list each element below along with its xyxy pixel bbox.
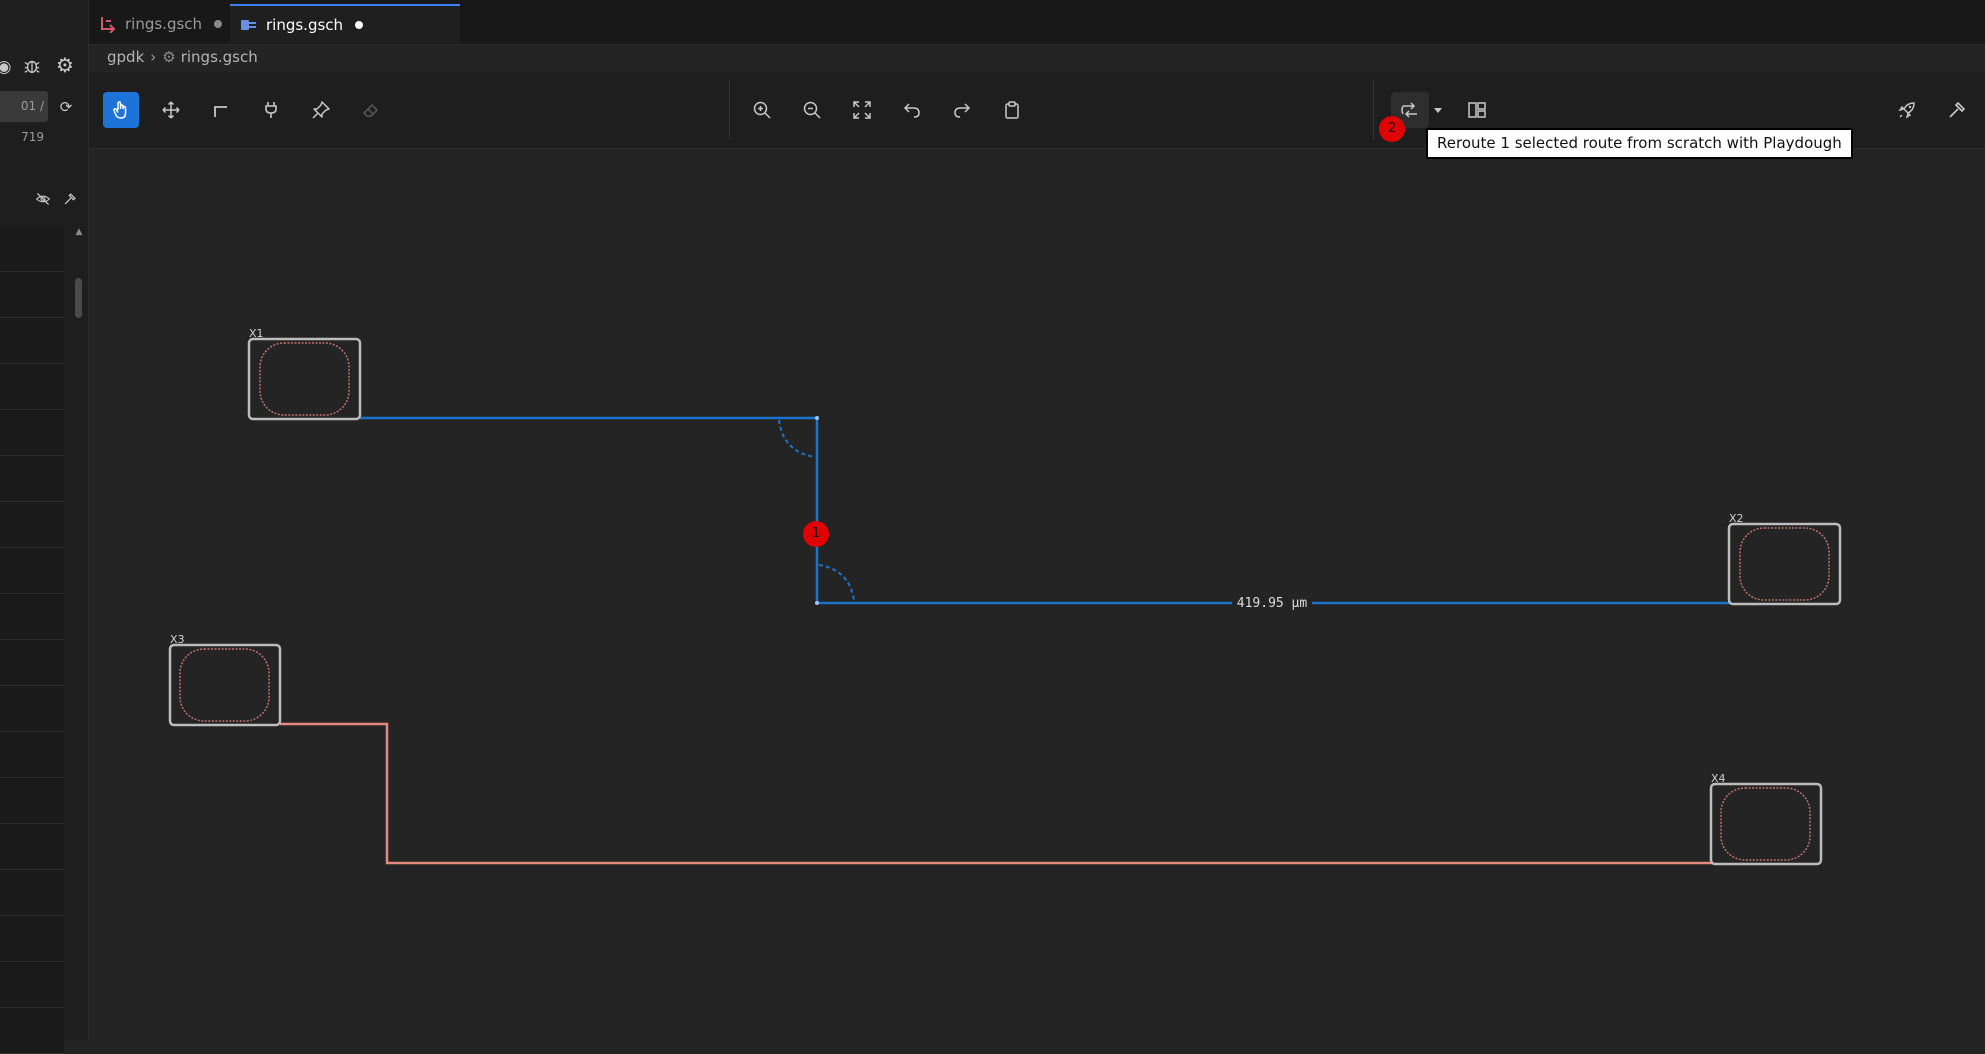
breadcrumb: gpdk › ⚙ rings.gsch (107, 47, 258, 67)
clipboard-button[interactable] (994, 92, 1030, 128)
eye-off-icon[interactable] (33, 191, 53, 212)
file-gear-icon: ⚙ (162, 48, 176, 66)
zoom-out-button[interactable] (794, 92, 830, 128)
route-icon (214, 106, 227, 117)
toolbar-divider (729, 80, 730, 140)
route-x3-x4[interactable] (280, 722, 1712, 865)
eye-circle-icon[interactable]: ◉ (0, 57, 14, 77)
instance-x1[interactable]: X1 (247, 327, 362, 421)
left-panel: ◉ ⚙ 01 / 719 ⟳ ▲ (0, 0, 89, 1054)
select-tool-button[interactable] (103, 92, 139, 128)
tab-rings-schematic[interactable]: rings.gsch (230, 4, 460, 44)
list-item[interactable] (0, 732, 64, 778)
fit-view-button[interactable] (844, 92, 880, 128)
page-counter: 01 / 719 (0, 91, 48, 144)
layout-button[interactable] (1459, 92, 1495, 128)
toolbar-divider (1373, 80, 1374, 140)
list-item[interactable] (0, 502, 64, 548)
pin-tool-button[interactable] (303, 92, 339, 128)
rocket-icon (1898, 102, 1915, 119)
pin-icon (312, 101, 330, 119)
hammer-icon (1949, 101, 1966, 118)
redo-button[interactable] (944, 92, 980, 128)
reroute-icon (1401, 102, 1417, 118)
tab-label: rings.gsch (266, 16, 344, 34)
reroute-tooltip: Reroute 1 selected route from scratch wi… (1426, 128, 1853, 159)
undo-icon (903, 103, 920, 118)
layout-icon (1468, 102, 1486, 118)
list-item[interactable] (0, 272, 64, 318)
fit-view-icon (853, 101, 871, 119)
build-button[interactable] (1939, 92, 1975, 128)
list-item[interactable] (0, 686, 64, 732)
list-item[interactable] (0, 318, 64, 364)
instance-x4[interactable]: X4 (1709, 772, 1823, 866)
eraser-tool-button[interactable] (353, 92, 389, 128)
modified-dot (355, 21, 364, 29)
list-item[interactable] (0, 640, 64, 686)
gear-icon[interactable]: ⚙ (55, 55, 75, 75)
list-item[interactable] (0, 594, 64, 640)
scrollbar-thumb[interactable] (75, 278, 82, 318)
launch-button[interactable] (1889, 92, 1925, 128)
move-icon (162, 101, 180, 119)
move-tool-button[interactable] (153, 92, 189, 128)
zoom-out-icon (803, 101, 821, 119)
route-vertex[interactable] (815, 416, 819, 420)
reroute-dropdown-button[interactable] (1429, 92, 1447, 128)
schematic-canvas[interactable]: 419.95 µm X1 X2 X3 X4 (89, 149, 1985, 1040)
zoom-in-button[interactable] (744, 92, 780, 128)
list-item[interactable] (0, 870, 64, 916)
list-item[interactable] (0, 548, 64, 594)
undo-button[interactable] (894, 92, 930, 128)
scrollbar-track[interactable] (72, 226, 82, 1026)
eraser-icon (362, 103, 379, 117)
route-vertex[interactable] (815, 601, 819, 605)
breadcrumb-root[interactable]: gpdk (107, 48, 144, 66)
tab-label: rings.gsch (125, 15, 203, 33)
scroll-up-icon[interactable]: ▲ (69, 222, 89, 242)
refresh-icon[interactable]: ⟳ (56, 97, 76, 117)
bend-arc (818, 564, 855, 602)
schematic-icon (240, 16, 258, 34)
list-item[interactable] (0, 962, 64, 1008)
dropdown-icon (1434, 108, 1442, 113)
marker-badge: 2 (1379, 116, 1405, 142)
chevron-right-icon: › (150, 48, 157, 66)
select-hand-icon (113, 101, 127, 119)
instance-x3[interactable]: X3 (168, 633, 282, 727)
list-item[interactable] (0, 226, 64, 272)
route-x1-x2-selected[interactable] (360, 416, 1730, 605)
tab-rings-route[interactable]: rings.gsch (99, 4, 223, 44)
modified-dot (214, 20, 223, 28)
hammer-icon[interactable] (60, 191, 80, 211)
clipboard-icon (1005, 101, 1019, 119)
instance-x2[interactable]: X2 (1727, 512, 1842, 606)
list-item[interactable] (0, 778, 64, 824)
plug-tool-button[interactable] (253, 92, 289, 128)
list-item[interactable] (0, 824, 64, 870)
bug-icon[interactable] (22, 57, 42, 80)
plug-icon (265, 102, 277, 118)
route-icon (99, 15, 117, 34)
zoom-in-icon (753, 101, 771, 119)
redo-icon (954, 103, 971, 118)
list-item[interactable] (0, 410, 64, 456)
route-length-label: 419.95 µm (1237, 596, 1308, 611)
tab-bar: rings.gsch rings.gsch (89, 0, 1985, 45)
marker-badge: 1 (803, 521, 829, 547)
route-tool-button[interactable] (203, 92, 239, 128)
breadcrumb-file[interactable]: rings.gsch (181, 48, 258, 66)
list-item[interactable] (0, 1008, 64, 1054)
list-item[interactable] (0, 456, 64, 502)
list-item[interactable] (0, 364, 64, 410)
list-item[interactable] (0, 916, 64, 962)
bend-arc (778, 419, 816, 458)
